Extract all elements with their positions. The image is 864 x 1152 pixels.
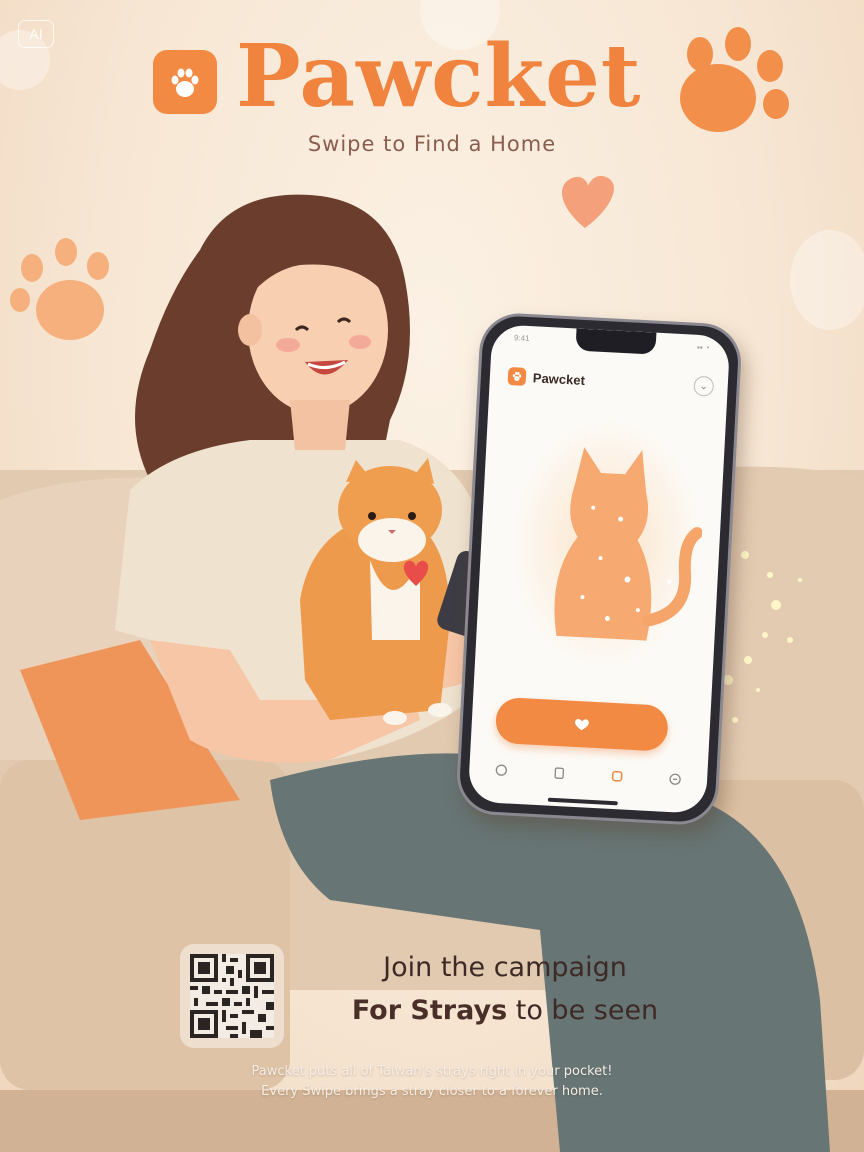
heart-icon	[574, 718, 589, 731]
paw-icon	[512, 371, 522, 381]
like-button[interactable]	[494, 696, 669, 752]
status-icons: ▪▪ ◔	[696, 342, 710, 353]
phone-screen: 9:41 ▪▪ ◔ Pawcket ⌄	[467, 324, 731, 814]
ai-badge: AI	[18, 20, 54, 48]
app-header: Pawcket ⌄	[507, 361, 715, 402]
brand-title: Pawcket	[236, 26, 642, 127]
status-time: 9:41	[513, 333, 530, 344]
neck	[290, 400, 350, 450]
campaign-subheadline: For Strays to be seen	[300, 995, 710, 1026]
profile-icon[interactable]	[665, 769, 686, 790]
campaign-rest: to be seen	[507, 995, 659, 1026]
campaign-emphasis: For Strays	[351, 995, 508, 1026]
phone-notch	[575, 328, 657, 355]
app-logo-small	[507, 366, 527, 386]
home-indicator	[547, 797, 618, 806]
tagline: Swipe to Find a Home	[307, 132, 557, 156]
app-title: Pawcket	[532, 369, 586, 388]
chevron-down-icon[interactable]: ⌄	[693, 375, 715, 397]
blurb-line-2: Every Swipe brings a stray closer to a f…	[261, 1084, 603, 1099]
paw-print-icon	[680, 27, 789, 132]
card-icon[interactable]	[607, 766, 628, 787]
app-logo	[153, 50, 217, 114]
tab-bar	[481, 754, 696, 795]
qr-code-icon	[190, 954, 274, 1038]
chat-icon[interactable]	[491, 760, 512, 781]
blurb-line-1: Pawcket puts all of Taiwan's strays righ…	[251, 1064, 613, 1079]
campaign-headline: Join the campaign	[383, 952, 627, 983]
paw-print-icon	[10, 238, 109, 340]
heart-icon	[562, 175, 614, 228]
glowing-cat-icon	[504, 413, 708, 674]
paw-icon	[171, 68, 199, 97]
phone-mockup: 9:41 ▪▪ ◔ Pawcket ⌄	[455, 311, 743, 827]
document-icon[interactable]	[549, 763, 570, 784]
campaign-blurb: Pawcket puts all of Taiwan's strays righ…	[0, 1062, 864, 1102]
cat-card[interactable]	[504, 413, 708, 674]
qr-code[interactable]	[180, 944, 284, 1048]
